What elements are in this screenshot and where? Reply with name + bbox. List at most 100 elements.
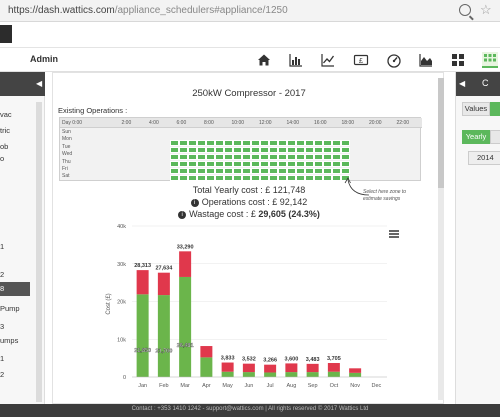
schedule-slot[interactable] — [341, 147, 350, 153]
schedule-slot[interactable] — [287, 140, 296, 146]
schedule-slot[interactable] — [215, 140, 224, 146]
schedule-slot[interactable] — [242, 175, 251, 181]
schedule-slot[interactable] — [287, 175, 296, 181]
schedule-slot[interactable] — [179, 154, 188, 160]
schedule-slot[interactable] — [215, 154, 224, 160]
main-scrollbar-thumb[interactable] — [438, 78, 444, 188]
schedule-slot[interactable] — [188, 168, 197, 174]
schedule-slot[interactable] — [179, 168, 188, 174]
schedule-grid[interactable] — [170, 140, 422, 182]
schedule-slot[interactable] — [242, 168, 251, 174]
info-icon[interactable]: i — [190, 198, 199, 207]
schedule-slot[interactable] — [215, 161, 224, 167]
schedule-slot[interactable] — [170, 161, 179, 167]
schedule-slot[interactable] — [251, 161, 260, 167]
schedule-slot[interactable] — [233, 140, 242, 146]
schedule-slot[interactable] — [341, 154, 350, 160]
schedule-slot[interactable] — [314, 168, 323, 174]
sidebar-item[interactable]: vac — [0, 110, 12, 119]
schedule-slot[interactable] — [278, 140, 287, 146]
bookmark-star-icon[interactable]: ☆ — [480, 2, 492, 18]
schedule-slot[interactable] — [206, 147, 215, 153]
schedule-slot[interactable] — [170, 154, 179, 160]
schedule-slot[interactable] — [332, 140, 341, 146]
grid-icon[interactable] — [450, 52, 466, 68]
sidebar-item[interactable]: 1 — [0, 242, 4, 251]
schedule-slot[interactable] — [314, 147, 323, 153]
schedule-slot[interactable] — [296, 140, 305, 146]
schedule-slot[interactable] — [251, 147, 260, 153]
schedule-slot[interactable] — [323, 154, 332, 160]
schedule-slot[interactable] — [269, 168, 278, 174]
zoom-icon[interactable] — [459, 4, 471, 16]
sidebar-item[interactable]: o — [0, 154, 4, 163]
sidebar-item[interactable]: tric — [0, 126, 10, 135]
schedule-slot[interactable] — [251, 140, 260, 146]
schedule-slot[interactable] — [233, 168, 242, 174]
schedule-slot[interactable] — [179, 147, 188, 153]
sidebar-item[interactable]: umps — [0, 336, 18, 345]
schedule-slot[interactable] — [314, 161, 323, 167]
scheduler-icon[interactable] — [482, 52, 498, 68]
schedule-slot[interactable] — [260, 175, 269, 181]
schedule-slot[interactable] — [296, 175, 305, 181]
schedule-slot[interactable] — [179, 161, 188, 167]
schedule-slot[interactable] — [206, 168, 215, 174]
sidebar-item[interactable]: 2 — [0, 270, 4, 279]
schedule-slot[interactable] — [341, 140, 350, 146]
schedule-slot[interactable] — [206, 154, 215, 160]
schedule-slot[interactable] — [296, 147, 305, 153]
schedule-slot[interactable] — [233, 147, 242, 153]
schedule-slot[interactable] — [314, 175, 323, 181]
schedule-slot[interactable] — [170, 140, 179, 146]
values-toggle-on[interactable] — [490, 102, 500, 116]
schedule-slot[interactable] — [188, 161, 197, 167]
sidebar-scrollbar[interactable] — [36, 102, 42, 402]
sidebar-item[interactable]: 2 — [0, 370, 4, 379]
schedule-slot[interactable] — [260, 140, 269, 146]
browser-address-bar[interactable]: https://dash.wattics.com/appliance_sched… — [0, 0, 500, 22]
schedule-slot[interactable] — [170, 168, 179, 174]
schedule-slot[interactable] — [260, 154, 269, 160]
schedule-slot[interactable] — [251, 154, 260, 160]
schedule-slot[interactable] — [242, 140, 251, 146]
schedule-slot[interactable] — [215, 168, 224, 174]
schedule-slot[interactable] — [233, 161, 242, 167]
schedule-slot[interactable] — [188, 154, 197, 160]
schedule-slot[interactable] — [215, 175, 224, 181]
schedule-slot[interactable] — [197, 175, 206, 181]
info-icon[interactable]: i — [178, 210, 187, 219]
schedule-slot[interactable] — [224, 140, 233, 146]
home-icon[interactable] — [256, 52, 272, 68]
schedule-slot[interactable] — [188, 140, 197, 146]
schedule-slot[interactable] — [170, 147, 179, 153]
sidebar-item[interactable]: ob — [0, 142, 8, 151]
schedule-slot[interactable] — [314, 140, 323, 146]
schedule-slot[interactable] — [179, 175, 188, 181]
schedule-slot[interactable] — [269, 161, 278, 167]
schedule-slot[interactable] — [287, 161, 296, 167]
schedule-slot[interactable] — [287, 154, 296, 160]
schedule-slot[interactable] — [305, 140, 314, 146]
schedule-slot[interactable] — [224, 161, 233, 167]
schedule-slot[interactable] — [296, 168, 305, 174]
schedule-slot[interactable] — [260, 147, 269, 153]
schedule-slot[interactable] — [278, 147, 287, 153]
schedule-slot[interactable] — [197, 147, 206, 153]
schedule-slot[interactable] — [305, 147, 314, 153]
schedule-slot[interactable] — [296, 161, 305, 167]
schedule-slot[interactable] — [296, 154, 305, 160]
schedule-slot[interactable] — [305, 175, 314, 181]
schedule-slot[interactable] — [269, 147, 278, 153]
schedule-slot[interactable] — [323, 147, 332, 153]
schedule-slot[interactable] — [314, 154, 323, 160]
schedule-slot[interactable] — [341, 161, 350, 167]
url-text[interactable]: https://dash.wattics.com/appliance_sched… — [8, 5, 288, 16]
area-chart-icon[interactable] — [418, 52, 434, 68]
schedule-slot[interactable] — [206, 175, 215, 181]
schedule-slot[interactable] — [287, 147, 296, 153]
collapse-right-icon[interactable]: ◀ — [459, 79, 465, 88]
schedule-slot[interactable] — [224, 175, 233, 181]
schedule-slot[interactable] — [278, 161, 287, 167]
schedule-slot[interactable] — [323, 161, 332, 167]
